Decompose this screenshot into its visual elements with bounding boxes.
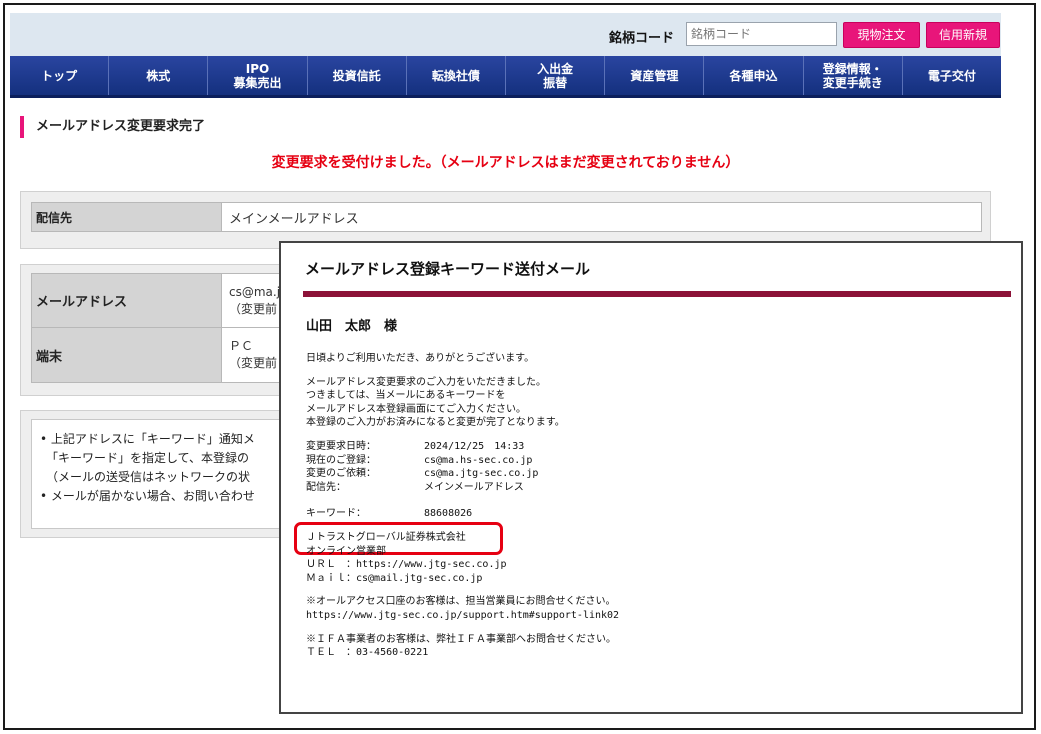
ifa-note: ※ＩＦＡ事業者のお客様は、弊社ＩＦＡ事業部へお問合せください。 — [306, 633, 616, 645]
nav-top[interactable]: トップ — [10, 56, 110, 95]
keyword-value: 88608026 — [424, 508, 473, 520]
margin-new-button[interactable]: 信用新規 — [926, 22, 1000, 48]
nav-investment-trust[interactable]: 投資信託 — [308, 56, 407, 95]
device-before-note: （変更前 — [229, 356, 278, 370]
email-label: メールアドレス — [32, 274, 222, 327]
delivery-label: 配信先 — [32, 203, 222, 231]
company-line: オンライン営業部 — [306, 545, 386, 557]
nav-deposit-withdrawal[interactable]: 入出金 振替 — [506, 56, 606, 95]
mail-field-value: メインメールアドレス — [424, 481, 524, 493]
mail-field-value: cs@ma.hs-sec.co.jp — [424, 454, 533, 466]
company-line: Ｊトラストグローバル証券株式会社 — [306, 531, 466, 543]
global-nav: トップ 株式 IPO 募集売出 投資信託 転換社債 入出金 振替 資産管理 各種… — [10, 56, 1001, 98]
spot-order-button[interactable]: 現物注文 — [843, 22, 920, 48]
mail-field: 現在のご登録： cs@ma.hs-sec.co.jp — [306, 454, 619, 468]
mail-title: メールアドレス登録キーワード送付メール — [305, 260, 591, 278]
mail-field-value: cs@ma.jtg-sec.co.jp — [424, 468, 539, 480]
device-value: ＰＣ （変更前 — [222, 328, 277, 382]
mail-field-key: 現在のご登録： — [306, 454, 376, 466]
email-value: cs@ma.j （変更前 — [222, 274, 280, 327]
delivery-row: 配信先 メインメールアドレス — [31, 202, 982, 232]
mail-field-value: 2024/12/25 14:33 — [424, 440, 525, 452]
success-message: 変更要求を受付けました。（メールアドレスはまだ変更されておりません） — [271, 155, 740, 171]
mail-body: 山田 太郎 様 日頃よりご利用いただき、ありがとうございます。 メールアドレス変… — [306, 315, 619, 660]
nav-asset-management[interactable]: 資産管理 — [605, 56, 705, 95]
mail-intro-line: 本登録のご入力がお済みになると変更が完了となります。 — [306, 417, 565, 429]
all-access-note: ※オールアクセス口座のお客様は、担当営業員にお問合せください。 — [306, 596, 616, 608]
stock-code-input[interactable] — [686, 22, 837, 46]
mail-greeting: 日頃よりご利用いただき、ありがとうございます。 — [306, 353, 535, 364]
delivery-value: メインメールアドレス — [229, 211, 359, 227]
mail-field-key: 変更要求日時： — [306, 440, 376, 452]
mail-field: 変更のご依頼： cs@ma.jtg-sec.co.jp — [306, 467, 619, 481]
mail-intro-line: メールアドレス本登録画面にてご入力ください。 — [306, 403, 526, 415]
mail-addressee: 山田 太郎 様 — [306, 319, 398, 334]
keyword-email-popup: メールアドレス登録キーワード送付メール 山田 太郎 様 日頃よりご利用いただき、… — [279, 241, 1023, 714]
device-current: ＰＣ — [229, 339, 254, 353]
mail-field-key: 配信先： — [306, 481, 346, 493]
nav-electronic-delivery[interactable]: 電子交付 — [903, 56, 1001, 95]
device-label: 端末 — [32, 328, 222, 382]
nav-ipo[interactable]: IPO 募集売出 — [208, 56, 308, 95]
company-line: ＵＲＬ ：https://www.jtg-sec.co.jp — [306, 559, 507, 571]
top-search-bar: 銘柄コード 現物注文 信用新規 — [10, 13, 1001, 56]
email-before-note: （変更前 — [229, 301, 278, 316]
page-title: メールアドレス変更要求完了 — [20, 116, 205, 138]
mail-intro-line: つきましては、当メールにあるキーワードを — [306, 390, 506, 402]
company-line: Ｍａｉｌ：cs@mail.jtg-sec.co.jp — [306, 572, 483, 584]
nav-convertible-bonds[interactable]: 転換社債 — [407, 56, 507, 95]
mail-field: 配信先： メインメールアドレス — [306, 481, 619, 495]
mail-intro-line: メールアドレス変更要求のご入力をいただきました。 — [306, 376, 546, 388]
mail-divider — [303, 291, 1011, 297]
nav-applications[interactable]: 各種申込 — [704, 56, 804, 95]
keyword-row: キーワード： 88608026 — [306, 507, 619, 521]
email-current: cs@ma.j — [229, 284, 281, 299]
nav-stocks[interactable]: 株式 — [109, 56, 209, 95]
mail-field: 変更要求日時： 2024/12/25 14:33 — [306, 440, 619, 454]
mail-field-key: 変更のご依頼： — [306, 468, 376, 480]
nav-registration-info[interactable]: 登録情報・ 変更手続き — [804, 56, 903, 95]
keyword-label: キーワード： — [306, 508, 366, 520]
support-url: https://www.jtg-sec.co.jp/support.htm#su… — [306, 609, 620, 621]
stock-code-label: 銘柄コード — [609, 31, 675, 46]
tel-line: ＴＥＬ ：03-4560-0221 — [306, 647, 429, 659]
